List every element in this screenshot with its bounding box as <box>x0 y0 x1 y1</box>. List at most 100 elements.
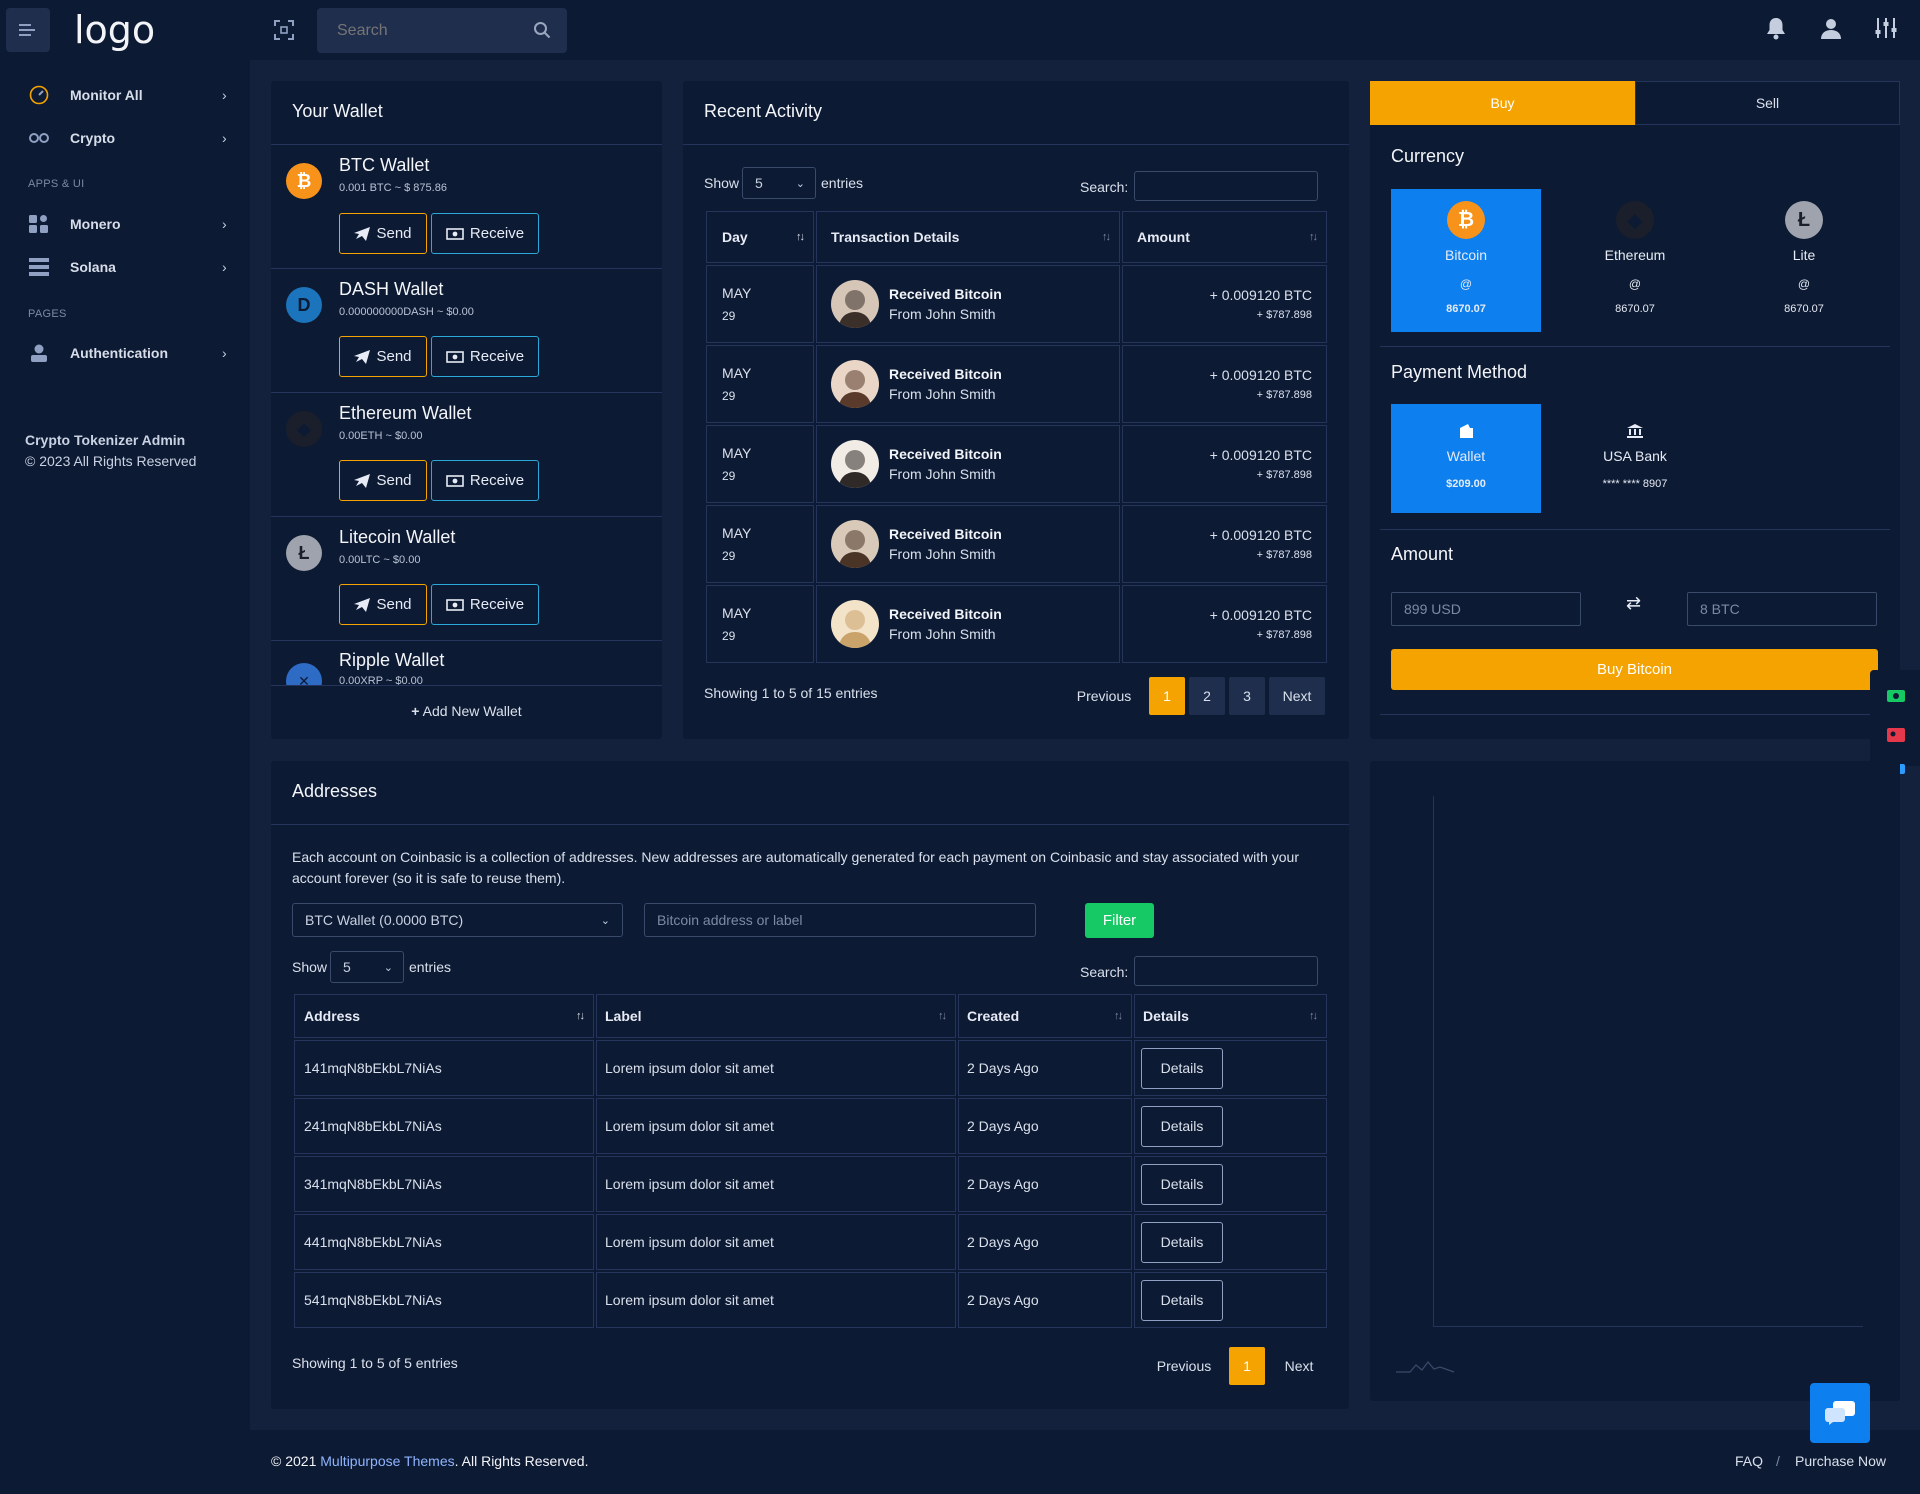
pagination-previous[interactable]: Previous <box>1070 677 1138 715</box>
tab-sell[interactable]: Sell <box>1635 81 1900 125</box>
fullscreen-icon[interactable] <box>272 18 296 42</box>
sidebar-item-label: Authentication <box>70 345 168 361</box>
trade-card: Buy Sell Currency ₿ Bitcoin @ 8670.07 ◆ … <box>1370 81 1900 739</box>
filter-button[interactable]: Filter <box>1085 903 1154 938</box>
created-cell: 2 Days Ago <box>958 1040 1132 1096</box>
details-cell: Details <box>1134 1040 1327 1096</box>
transaction-title: Received Bitcoin <box>889 606 1002 622</box>
pagination-previous[interactable]: Previous <box>1150 1347 1218 1385</box>
wallet-balance: 0.001 BTC ~ $ 875.86 <box>339 182 447 194</box>
details-button[interactable]: Details <box>1141 1221 1223 1263</box>
chat-icon <box>1825 1401 1855 1425</box>
money-icon <box>446 598 464 611</box>
column-header-address[interactable]: Address ↑↓ <box>294 994 594 1038</box>
avatar <box>831 440 879 488</box>
cash-icon[interactable] <box>1887 690 1905 702</box>
payment-option-wallet[interactable]: Wallet $209.00 <box>1391 404 1541 513</box>
details-button[interactable]: Details <box>1141 1279 1223 1321</box>
chevron-down-icon: ⌄ <box>600 914 610 927</box>
table-search-input[interactable] <box>1134 171 1318 201</box>
receive-button[interactable]: Receive <box>431 584 539 625</box>
pagination-page-1[interactable]: 1 <box>1229 1347 1265 1385</box>
pagination-page-1[interactable]: 1 <box>1149 677 1185 715</box>
user-icon[interactable] <box>1819 16 1843 40</box>
payment-option-usa-bank[interactable]: USA Bank **** **** 8907 <box>1560 404 1710 513</box>
search-icon[interactable] <box>533 21 551 39</box>
month: MAY <box>722 365 752 381</box>
buy-bitcoin-button[interactable]: Buy Bitcoin <box>1391 649 1878 690</box>
bell-icon[interactable] <box>1765 16 1787 40</box>
wallet-name: DASH Wallet <box>339 279 444 299</box>
details-button[interactable]: Details <box>1141 1105 1223 1147</box>
sidebar-toggle-button[interactable] <box>6 8 50 52</box>
amount-btc: + 0.009120 BTC <box>1209 287 1312 303</box>
column-header-amount[interactable]: Amount ↑↓ <box>1122 211 1327 263</box>
pagination-next[interactable]: Next <box>1271 1347 1327 1385</box>
sidebar-item-monero[interactable]: Monero › <box>0 209 250 239</box>
send-button[interactable]: Send <box>339 460 427 501</box>
wallet-select[interactable]: BTC Wallet (0.0000 BTC) ⌄ <box>292 903 623 937</box>
footer-link[interactable]: Multipurpose Themes <box>320 1453 454 1469</box>
app-logo[interactable]: logo <box>74 8 155 52</box>
receive-label: Receive <box>469 348 525 365</box>
day-cell: MAY 29 <box>706 425 814 503</box>
add-new-wallet-link[interactable]: + Add New Wallet <box>271 703 662 719</box>
sidebar-item-solana[interactable]: Solana › <box>0 252 250 282</box>
details-button[interactable]: Details <box>1141 1047 1223 1089</box>
details-button[interactable]: Details <box>1141 1163 1223 1205</box>
footer-faq-link[interactable]: FAQ <box>1735 1453 1763 1469</box>
address-cell: 241mqN8bEkbL7NiAs <box>294 1098 594 1154</box>
money-icon <box>446 474 464 487</box>
image-icon[interactable] <box>1887 728 1905 742</box>
amount-btc: + 0.009120 BTC <box>1209 447 1312 463</box>
pagination-page-3[interactable]: 3 <box>1229 677 1265 715</box>
send-button[interactable]: Send <box>339 213 427 254</box>
exchange-arrows-icon[interactable]: ⇄ <box>1626 593 1641 614</box>
created-cell: 2 Days Ago <box>958 1272 1132 1328</box>
table-row: 441mqN8bEkbL7NiAs Lorem ipsum dolor sit a… <box>294 1214 1327 1270</box>
usd-amount-input[interactable]: 899 USD <box>1391 592 1581 626</box>
table-search-input[interactable] <box>1134 956 1318 986</box>
settings-sliders-icon[interactable] <box>1874 16 1898 40</box>
transaction-cell: Received Bitcoin From John Smith <box>816 425 1120 503</box>
send-button[interactable]: Send <box>339 584 427 625</box>
page-size-select[interactable]: 5 ⌄ <box>330 951 404 983</box>
activity-row: MAY 29 Received Bitcoin From John Smith + 0.… <box>706 265 1327 343</box>
receive-button[interactable]: Receive <box>431 460 539 501</box>
currency-option-bitcoin[interactable]: ₿ Bitcoin @ 8670.07 <box>1391 189 1541 332</box>
entries-label: entries <box>409 959 452 975</box>
sidebar-item-authentication[interactable]: Authentication › <box>0 338 250 368</box>
label-cell: Lorem ipsum dolor sit amet <box>596 1272 956 1328</box>
column-header-day[interactable]: Day ↑↓ <box>706 211 814 263</box>
receive-button[interactable]: Receive <box>431 213 539 254</box>
send-button[interactable]: Send <box>339 336 427 377</box>
sidebar-item-monitor-all[interactable]: Monitor All › <box>0 80 250 110</box>
column-header-label[interactable]: Label ↑↓ <box>596 994 956 1038</box>
pagination-page-2[interactable]: 2 <box>1189 677 1225 715</box>
sidebar-item-crypto[interactable]: Crypto › <box>0 123 250 153</box>
avatar <box>831 600 879 648</box>
column-header-transaction-details[interactable]: Transaction Details ↑↓ <box>816 211 1120 263</box>
receive-button[interactable]: Receive <box>431 336 539 377</box>
column-header-details[interactable]: Details ↑↓ <box>1134 994 1327 1038</box>
address-cell: 341mqN8bEkbL7NiAs <box>294 1156 594 1212</box>
transaction-cell: Received Bitcoin From John Smith <box>816 345 1120 423</box>
btc-amount-input[interactable]: 8 BTC <box>1687 592 1877 626</box>
column-header-created[interactable]: Created ↑↓ <box>958 994 1132 1038</box>
address-filter-input[interactable]: Bitcoin address or label <box>644 903 1036 937</box>
address-cell: 141mqN8bEkbL7NiAs <box>294 1040 594 1096</box>
page-size-select[interactable]: 5 ⌄ <box>742 167 816 199</box>
receive-label: Receive <box>469 225 525 242</box>
search-input[interactable] <box>317 8 567 53</box>
page-size-value: 5 <box>755 175 763 191</box>
currency-option-litecoin[interactable]: Ł Lite @ 8670.07 <box>1729 189 1879 332</box>
pagination-next[interactable]: Next <box>1269 677 1325 715</box>
tab-buy[interactable]: Buy <box>1370 81 1635 125</box>
currency-title: Currency <box>1391 146 1465 166</box>
sidebar: Monitor All › Crypto › APPS & UI Monero … <box>0 60 250 1494</box>
chat-button[interactable] <box>1810 1383 1870 1443</box>
label-cell: Lorem ipsum dolor sit amet <box>596 1098 956 1154</box>
currency-option-ethereum[interactable]: ◆ Ethereum @ 8670.07 <box>1560 189 1710 332</box>
divider <box>1380 346 1890 347</box>
footer-purchase-link[interactable]: Purchase Now <box>1795 1453 1886 1469</box>
